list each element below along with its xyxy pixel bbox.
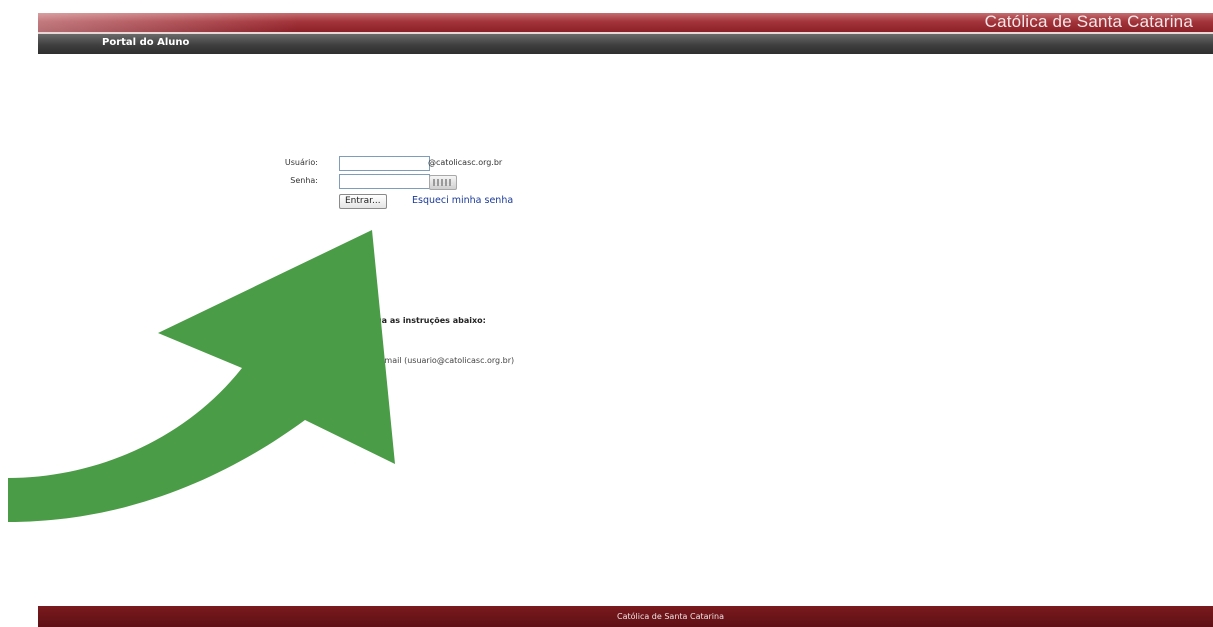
header-logo-swoosh	[38, 13, 298, 32]
instruction-step: » Clique em Entrar	[246, 346, 514, 356]
curved-arrow-icon	[8, 230, 395, 522]
password-input[interactable]	[339, 174, 430, 189]
instruction-step-text: Digite seu Nome de Usuário*	[253, 326, 370, 335]
username-input[interactable]	[339, 156, 430, 171]
keyboard-keys	[433, 179, 453, 186]
submit-button[interactable]: Entrar...	[339, 194, 387, 209]
instruction-step: » Digite seu Nome de Usuário*	[246, 326, 514, 336]
bullet-icon: »	[246, 346, 251, 355]
instructions: Para acessar este recurso, siga as instr…	[246, 316, 514, 366]
bullet-icon: »	[246, 336, 251, 345]
forgot-password-link[interactable]: Esqueci minha senha	[412, 193, 513, 209]
header-banner: Católica de Santa Catarina	[38, 12, 1213, 32]
instructions-footnote: * Nome que vem antes do @ no e-mail (usu…	[246, 356, 515, 365]
portal-title: Portal do Aluno	[102, 37, 190, 48]
header-nav-bar: Portal do Aluno	[38, 34, 1213, 54]
email-domain-suffix: @catolicasc.org.br	[428, 158, 503, 167]
arrow-shape	[8, 230, 395, 522]
instruction-step-text: Clique em Entrar	[253, 346, 322, 355]
instruction-step: » Digite sua Senha	[246, 336, 514, 346]
instruction-step-text: Digite sua Senha	[253, 336, 322, 345]
header: Católica de Santa Catarina Portal do Alu…	[38, 12, 1213, 54]
username-label: Usuário:	[284, 158, 318, 167]
virtual-keyboard-icon[interactable]	[429, 175, 457, 190]
header-brand: Católica de Santa Catarina	[984, 12, 1193, 31]
instructions-title: Para acessar este recurso, siga as instr…	[246, 316, 486, 325]
footer: Católica de Santa Catarina	[38, 606, 1213, 627]
page: Católica de Santa Catarina Portal do Alu…	[0, 0, 1213, 627]
bullet-icon: »	[246, 326, 251, 335]
footer-text: Católica de Santa Catarina	[617, 612, 724, 621]
password-label: Senha:	[290, 176, 318, 185]
